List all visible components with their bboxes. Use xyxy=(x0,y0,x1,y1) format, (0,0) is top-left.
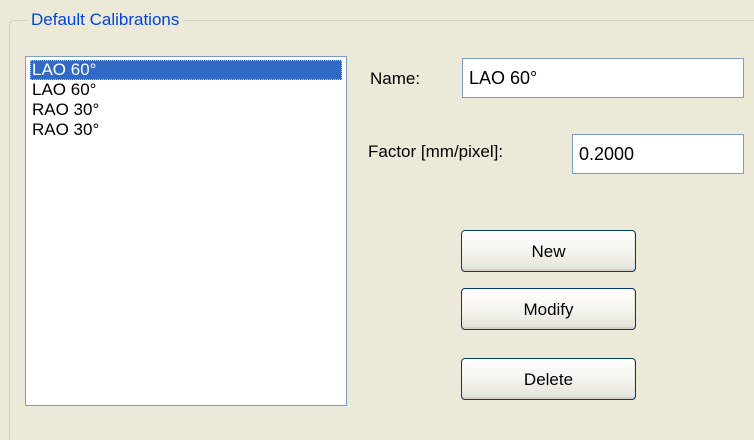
list-item-calibration-4[interactable]: RAO 30° xyxy=(30,120,342,140)
name-label: Name: xyxy=(370,69,421,88)
new-button[interactable]: New xyxy=(461,230,636,272)
name-field[interactable]: LAO 60° xyxy=(462,58,744,98)
calibrations-listbox[interactable]: LAO 60° LAO 60° RAO 30° RAO 30° xyxy=(25,56,347,406)
delete-button[interactable]: Delete xyxy=(461,358,636,400)
list-item-calibration-3[interactable]: RAO 30° xyxy=(30,100,342,120)
factor-field[interactable]: 0.2000 xyxy=(572,134,744,174)
groupbox-title: Default Calibrations xyxy=(27,10,184,30)
factor-label: Factor [mm/pixel]: xyxy=(368,142,504,161)
list-item-calibration-2[interactable]: LAO 60° xyxy=(30,80,342,100)
list-item-calibration-1[interactable]: LAO 60° xyxy=(30,60,342,80)
modify-button[interactable]: Modify xyxy=(461,288,636,330)
